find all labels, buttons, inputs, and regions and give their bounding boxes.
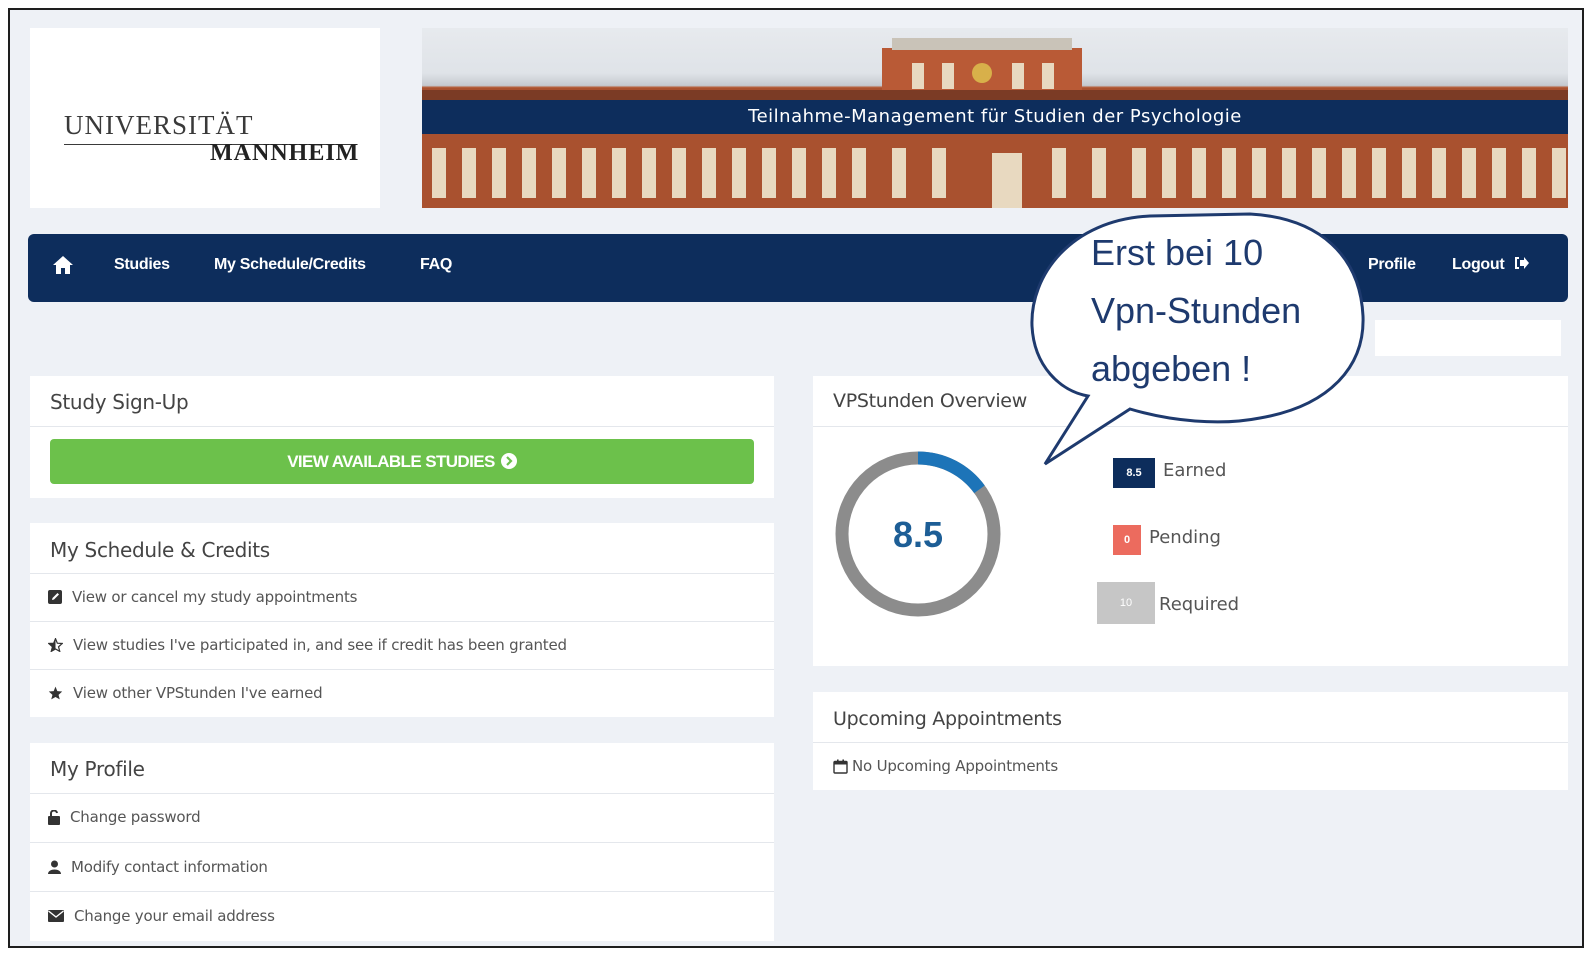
row-divider xyxy=(30,621,774,622)
pending-label: Pending xyxy=(1149,527,1221,548)
banner-title: Teilnahme-Management für Studien der Psy… xyxy=(422,100,1568,134)
row-divider xyxy=(30,891,774,892)
profile-title: My Profile xyxy=(50,757,145,781)
nav-schedule-credits[interactable]: My Schedule/Credits xyxy=(214,256,366,274)
header-banner: Teilnahme-Management für Studien der Psy… xyxy=(422,28,1568,208)
logo-line1: UNIVERSITÄT xyxy=(64,110,254,140)
schedule-item-label: View studies I've participated in, and s… xyxy=(73,636,567,654)
no-appointments-message: No Upcoming Appointments xyxy=(833,757,1058,775)
star-icon xyxy=(48,686,63,700)
calendar-icon xyxy=(833,759,848,774)
edit-icon xyxy=(48,590,62,604)
panel-divider xyxy=(30,426,774,427)
profile-item-label: Change your email address xyxy=(74,907,275,925)
schedule-credits-panel: My Schedule & Credits View or cancel my … xyxy=(30,523,774,717)
schedule-item-label: View or cancel my study appointments xyxy=(72,588,358,606)
view-cancel-appointments-link[interactable]: View or cancel my study appointments xyxy=(48,588,357,606)
signup-title: Study Sign-Up xyxy=(50,390,189,414)
view-available-studies-button[interactable]: VIEW AVAILABLE STUDIES xyxy=(50,439,754,484)
callout-line-2: Vpn-Stunden xyxy=(1091,290,1302,331)
nav-logout[interactable]: Logout xyxy=(1452,256,1529,274)
panel-divider xyxy=(813,742,1568,743)
modify-contact-link[interactable]: Modify contact information xyxy=(48,858,268,876)
schedule-item-label: View other VPStunden I've earned xyxy=(73,684,323,702)
overview-title: VPStunden Overview xyxy=(833,390,1027,412)
callout-line-3: abgeben ! xyxy=(1091,348,1252,389)
change-email-link[interactable]: Change your email address xyxy=(48,907,275,925)
row-divider xyxy=(30,842,774,843)
profile-item-label: Change password xyxy=(70,808,201,826)
required-label: Required xyxy=(1159,594,1240,615)
my-profile-panel: My Profile Change password Modify contac… xyxy=(30,743,774,941)
nav-studies[interactable]: Studies xyxy=(114,256,170,274)
user-icon xyxy=(48,860,61,874)
panel-divider xyxy=(30,573,774,574)
university-logo[interactable]: UNIVERSITÄT MANNHEIM xyxy=(30,28,380,208)
required-badge: 10 xyxy=(1097,582,1155,624)
envelope-icon xyxy=(48,910,64,922)
pending-badge: 0 xyxy=(1113,525,1141,555)
callout-line-1: Erst bei 10 xyxy=(1091,232,1264,273)
donut-center-value: 8.5 xyxy=(893,514,943,555)
no-appointments-label: No Upcoming Appointments xyxy=(852,757,1058,775)
upcoming-appointments-panel: Upcoming Appointments No Upcoming Appoin… xyxy=(813,692,1568,790)
search-input[interactable] xyxy=(1375,320,1561,356)
page-frame: UNIVERSITÄT MANNHEIM Teilnahme-Managemen… xyxy=(8,8,1584,948)
unlock-icon xyxy=(48,809,60,825)
view-studies-label: VIEW AVAILABLE STUDIES xyxy=(287,452,495,471)
change-password-link[interactable]: Change password xyxy=(48,808,201,826)
study-signup-panel: Study Sign-Up VIEW AVAILABLE STUDIES xyxy=(30,376,774,498)
profile-item-label: Modify contact information xyxy=(71,858,268,876)
view-other-vpstunden-link[interactable]: View other VPStunden I've earned xyxy=(48,684,323,702)
upcoming-title: Upcoming Appointments xyxy=(833,708,1062,730)
view-participated-studies-link[interactable]: View studies I've participated in, and s… xyxy=(48,636,567,654)
panel-divider xyxy=(30,793,774,794)
row-divider xyxy=(30,669,774,670)
home-icon[interactable] xyxy=(52,255,74,280)
half-star-icon xyxy=(48,638,63,652)
logout-icon xyxy=(1514,257,1529,269)
logo-line2: MANNHEIM xyxy=(210,140,360,166)
schedule-title: My Schedule & Credits xyxy=(50,538,270,562)
nav-logout-label: Logout xyxy=(1452,256,1505,273)
nav-faq[interactable]: FAQ xyxy=(420,256,452,274)
chevron-right-circle-icon xyxy=(500,453,517,469)
credits-donut-chart: 8.5 xyxy=(835,451,1001,617)
